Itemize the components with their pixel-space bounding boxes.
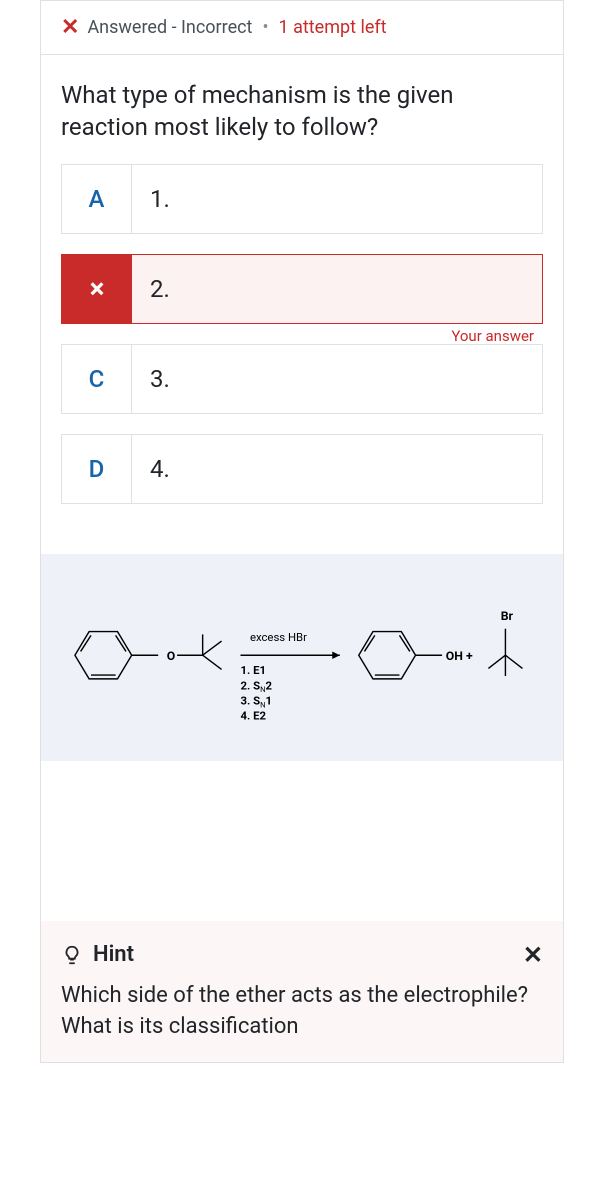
chemistry-svg: O excess HBr 1. E1 2. SN2 3. SN1 4. E2 O… xyxy=(56,589,548,731)
option-a[interactable]: A 1. xyxy=(61,164,543,234)
question-text: What type of mechanism is the given reac… xyxy=(41,55,563,164)
attempts-left: 1 attempt left xyxy=(279,17,387,38)
mech-1: 1. E1 xyxy=(241,663,267,677)
reagent-label: excess HBr xyxy=(250,630,307,644)
option-b[interactable]: × 2. Your answer xyxy=(61,254,543,324)
hint-box: Hint ✕ Which side of the ether acts as t… xyxy=(41,921,563,1063)
product-br: Br xyxy=(501,610,514,624)
status-text: Answered - Incorrect xyxy=(87,17,252,38)
mech-3: 3. SN1 xyxy=(241,693,273,709)
close-icon[interactable]: ✕ xyxy=(523,941,543,969)
atom-o: O xyxy=(167,650,175,664)
separator-dot: • xyxy=(262,17,268,38)
option-content: 4. xyxy=(132,435,542,503)
option-c[interactable]: C 3. xyxy=(61,344,543,414)
option-content: 1. xyxy=(132,165,542,233)
status-bar: ✕ Answered - Incorrect • 1 attempt left xyxy=(41,1,563,55)
options-list: A 1. × 2. Your answer C 3. D 4. xyxy=(41,164,563,554)
mech-2: 2. SN2 xyxy=(241,678,273,694)
mech-4: 4. E2 xyxy=(241,708,267,722)
reaction-diagram: O excess HBr 1. E1 2. SN2 3. SN1 4. E2 O… xyxy=(41,554,563,761)
product-oh: OH + xyxy=(446,650,473,664)
hint-title: Hint xyxy=(61,942,134,967)
your-answer-tag: Your answer xyxy=(451,327,534,345)
option-d[interactable]: D 4. xyxy=(61,434,543,504)
hint-label: Hint xyxy=(93,942,134,967)
x-icon: × xyxy=(90,272,105,305)
option-content: 2. xyxy=(132,255,542,323)
option-letter: D xyxy=(62,435,132,503)
option-letter: A xyxy=(62,165,132,233)
hint-text: Which side of the ether acts as the elec… xyxy=(61,981,543,1043)
option-letter: C xyxy=(62,345,132,413)
lightbulb-icon xyxy=(61,944,83,966)
x-icon: ✕ xyxy=(61,15,79,40)
option-letter-incorrect: × xyxy=(62,255,132,323)
option-content: 3. xyxy=(132,345,542,413)
